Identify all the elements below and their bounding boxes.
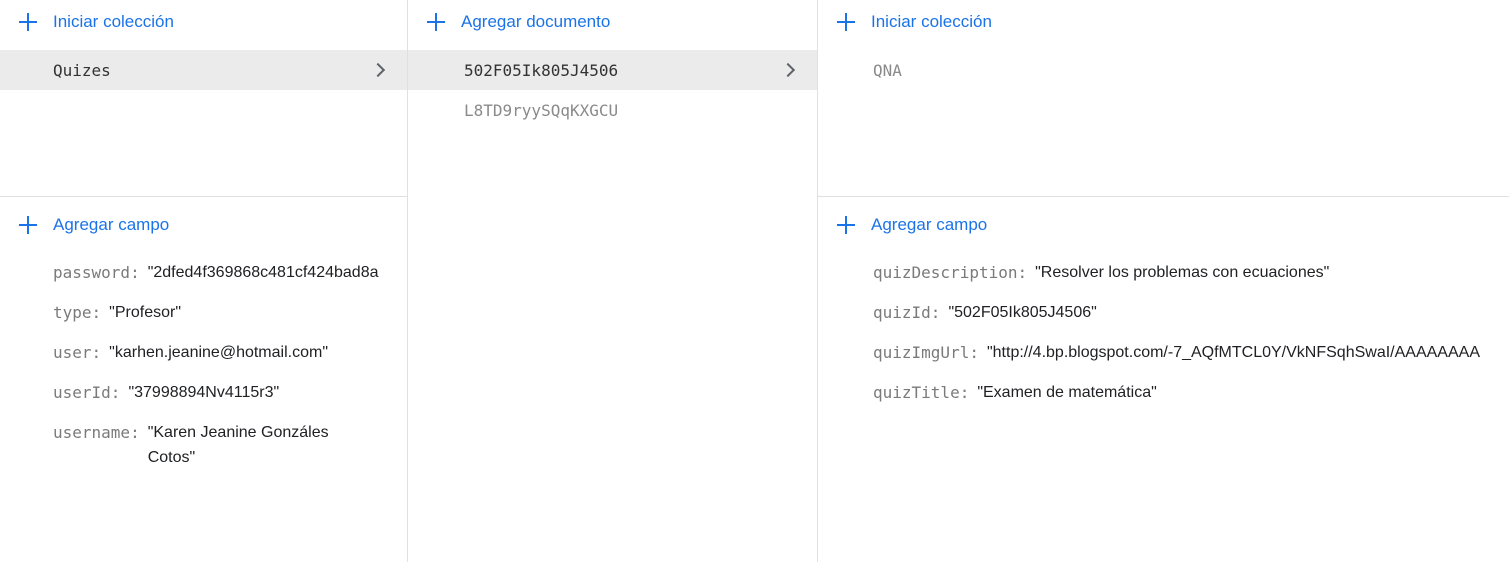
document-id: 502F05Ik805J4506 [464,60,619,80]
subcollection-item-qna[interactable]: QNA [818,50,1509,90]
field-row-quiztitle[interactable]: quizTitle: "Examen de matemática" [873,380,1509,405]
field-value: "Examen de matemática" [977,384,1157,401]
field-value: "2dfed4f369868c481cf424bad8a [147,264,379,281]
field-key: quizDescription: [873,263,1028,282]
plus-icon [18,215,38,235]
field-row-password[interactable]: password: "2dfed4f369868c481cf424bad8a [53,260,407,285]
document-item[interactable]: L8TD9ryySQqKXGCU [408,90,817,130]
document-detail-column: Iniciar colección QNA Agregar campo quiz… [818,0,1509,562]
document-item[interactable]: 502F05Ik805J4506 [408,50,817,90]
add-field-label: Agregar campo [871,215,988,234]
field-key: quizTitle: [873,383,970,402]
plus-icon [18,12,38,32]
field-row-quizdescription[interactable]: quizDescription: "Resolver los problemas… [873,260,1509,285]
field-row-user[interactable]: user: "karhen.jeanine@hotmail.com" [53,340,407,365]
chevron-right-icon [780,62,796,78]
field-key: username: [53,423,140,442]
plus-icon [836,12,856,32]
field-row-userid[interactable]: userId: "37998894Nv4115r3" [53,380,407,405]
chevron-right-icon [370,62,386,78]
document-id: L8TD9ryySQqKXGCU [464,100,619,120]
section-divider [0,196,407,197]
add-document-button[interactable]: Agregar documento [408,0,817,44]
add-field-label: Agregar campo [53,215,170,234]
plus-icon [836,215,856,235]
collection-name: QNA [873,60,902,80]
firestore-panel-view: Iniciar colección Quizes Agregar campo p… [0,0,1509,562]
field-key: password: [53,263,140,282]
field-row-username[interactable]: username: "Karen Jeanine Gonzáles Cotos" [53,420,407,470]
field-row-quizid[interactable]: quizId: "502F05Ik805J4506" [873,300,1509,325]
field-key: quizImgUrl: [873,343,979,362]
field-value: "37998894Nv4115r3" [128,384,280,401]
collection-name: Quizes [53,60,111,80]
field-key: userId: [53,383,121,402]
collection-item-quizes[interactable]: Quizes [0,50,407,90]
add-field-button[interactable]: Agregar campo [0,203,407,247]
field-value: "http://4.bp.blogspot.com/-7_AQfMTCL0Y/V… [986,344,1480,361]
add-document-label: Agregar documento [461,12,611,31]
start-collection-button[interactable]: Iniciar colección [0,0,407,44]
start-collection-label: Iniciar colección [871,12,992,31]
field-value: "karhen.jeanine@hotmail.com" [109,344,328,361]
field-value: "Karen Jeanine Gonzáles Cotos" [147,424,329,466]
add-field-button[interactable]: Agregar campo [818,203,1509,247]
start-collection-button[interactable]: Iniciar colección [818,0,1509,44]
field-value: "502F05Ik805J4506" [948,304,1097,321]
plus-icon [426,12,446,32]
document-column: Agregar documento 502F05Ik805J4506 L8TD9… [408,0,818,562]
field-row-quizimgurl[interactable]: quizImgUrl: "http://4.bp.blogspot.com/-7… [873,340,1509,365]
field-value: "Profesor" [109,304,181,321]
field-value: "Resolver los problemas con ecuaciones" [1035,264,1330,281]
section-divider [818,196,1509,197]
collection-column: Iniciar colección Quizes Agregar campo p… [0,0,408,562]
field-key: quizId: [873,303,941,322]
field-row-type[interactable]: type: "Profesor" [53,300,407,325]
start-collection-label: Iniciar colección [53,12,174,31]
field-key: type: [53,303,102,322]
field-key: user: [53,343,102,362]
